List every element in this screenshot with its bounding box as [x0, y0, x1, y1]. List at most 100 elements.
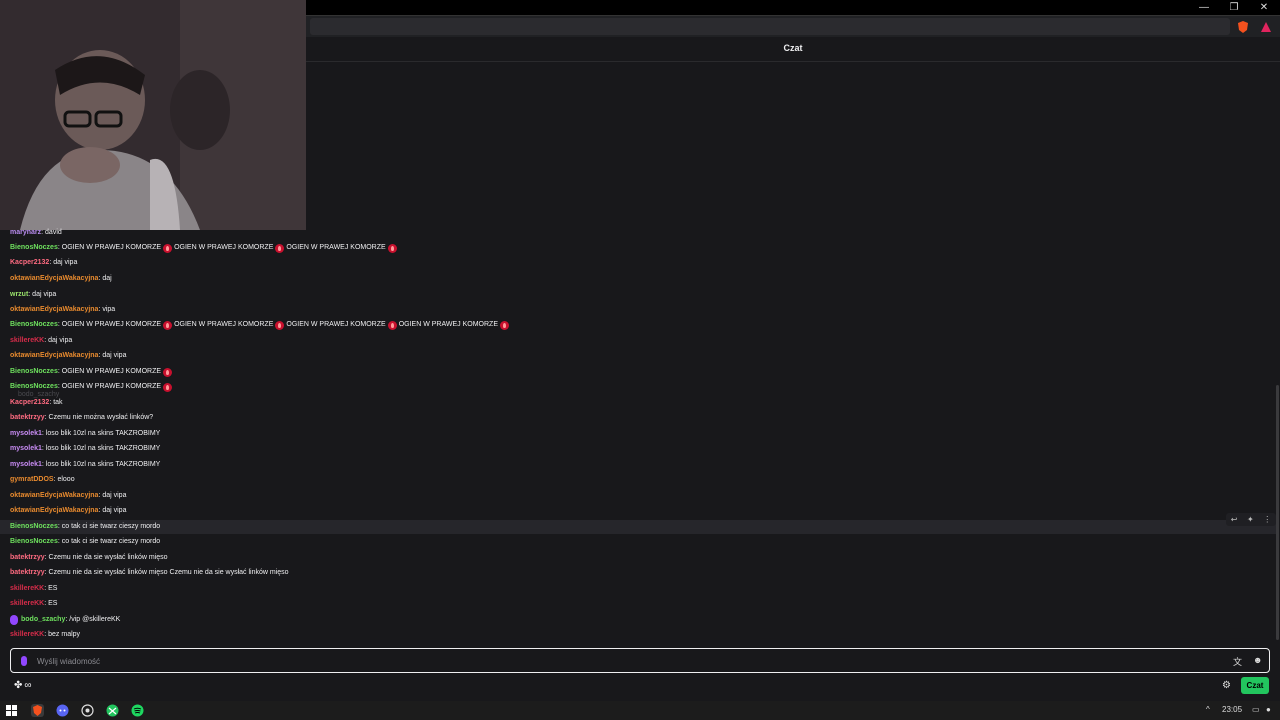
chat-message[interactable]: oktawianEdycjaWakacyjna: daj vipa: [10, 489, 126, 503]
chat-message[interactable]: Kacper2132: tak: [10, 396, 63, 410]
chat-message-list: bodo_szachy marynarz: david BienosNoczes:…: [0, 226, 1276, 646]
tray-expand-icon[interactable]: ^: [1206, 705, 1210, 714]
chat-username[interactable]: gymratDDOS: [10, 474, 54, 486]
minimize-button[interactable]: —: [1189, 1, 1219, 14]
app-window: — ❐ ✕ Czat bodo_szachy marynarz: david B…: [0, 0, 1280, 720]
chat-message[interactable]: bodo_szachy: /vip @skillereKK: [10, 613, 120, 627]
reply-icon[interactable]: ↩: [1231, 515, 1238, 524]
chat-message[interactable]: oktawianEdycjaWakacyjna: daj vipa: [10, 349, 126, 363]
chat-username[interactable]: bodo_szachy: [21, 614, 65, 626]
chat-username[interactable]: oktawianEdycjaWakacyjna: [10, 350, 98, 362]
chat-username[interactable]: skillereKK: [10, 583, 44, 595]
chat-username[interactable]: batektrzyy: [10, 552, 45, 564]
emote-picker-icon[interactable]: ☻: [1253, 655, 1262, 665]
chat-message[interactable]: BienosNoczes: OGIEN W PRAWEJ KOMORZE OGIE…: [10, 241, 399, 255]
brave-browser-icon[interactable]: [31, 704, 44, 717]
chat-message[interactable]: oktawianEdycjaWakacyjna: daj: [10, 272, 112, 286]
chat-scrollbar[interactable]: [1276, 385, 1279, 640]
chat-message-text: OGIEN W PRAWEJ KOMORZE: [286, 321, 386, 328]
chat-username[interactable]: batektrzyy: [10, 567, 45, 579]
brave-shield-icon[interactable]: [1236, 20, 1250, 34]
chat-message[interactable]: mysolek1: loso blik 10zl na skins TAKZRO…: [10, 458, 160, 472]
chat-message[interactable]: skillereKK: bez malpy: [10, 628, 80, 642]
chat-message-text: Czemu nie da sie wysłać linków mięso: [48, 554, 168, 561]
chat-message-text: daj vipa: [48, 337, 73, 344]
chat-header: Czat: [306, 37, 1280, 62]
restore-button[interactable]: ❐: [1219, 1, 1249, 14]
chat-message[interactable]: skillereKK: daj vipa: [10, 334, 72, 348]
chat-settings-gear-icon[interactable]: ⚙: [1222, 680, 1231, 691]
chat-username[interactable]: oktawianEdycjaWakacyjna: [10, 304, 98, 316]
chat-username[interactable]: Kacper2132: [10, 257, 49, 269]
translate-icon[interactable]: 文: [1233, 655, 1242, 668]
address-bar[interactable]: [310, 18, 1230, 35]
chat-message[interactable]: BienosNoczes: OGIEN W PRAWEJ KOMORZE: [10, 365, 174, 379]
taskbar: ^ 23:05 ▭ ●: [0, 701, 1280, 720]
mic-icon[interactable]: [21, 656, 27, 666]
chat-message[interactable]: BienosNoczes: OGIEN W PRAWEJ KOMORZE: [10, 380, 174, 394]
chat-message[interactable]: oktawianEdycjaWakacyjna: daj vipa: [10, 504, 126, 518]
chat-username[interactable]: oktawianEdycjaWakacyjna: [10, 273, 98, 285]
chat-username[interactable]: BienosNoczes: [10, 319, 58, 331]
chat-username[interactable]: skillereKK: [10, 598, 44, 610]
chat-message[interactable]: batektrzyy: Czemu nie da sie wysłać link…: [10, 551, 168, 565]
chat-message-text: daj vipa: [102, 492, 127, 499]
spotify-icon[interactable]: [131, 704, 144, 717]
chat-username[interactable]: BienosNoczes: [10, 381, 58, 393]
chat-username[interactable]: mysolek1: [10, 428, 42, 440]
chat-username[interactable]: wrzut: [10, 289, 28, 301]
chat-username[interactable]: BienosNoczes: [10, 242, 58, 254]
chat-username[interactable]: batektrzyy: [10, 412, 45, 424]
chat-username[interactable]: Kacper2132: [10, 397, 49, 409]
chat-message[interactable]: Kacper2132: daj vipa: [10, 256, 77, 270]
chat-message[interactable]: skillereKK: ES: [10, 582, 57, 596]
chat-message-text: loso blik 10zl na skins TAKZROBIMY: [45, 430, 161, 437]
chat-message[interactable]: batektrzyy: Czemu nie można wysłać linkó…: [10, 411, 153, 425]
obs-icon[interactable]: [81, 704, 94, 717]
chat-username[interactable]: mysolek1: [10, 443, 42, 455]
chat-message[interactable]: skillereKK: ES: [10, 597, 57, 611]
chat-username[interactable]: oktawianEdycjaWakacyjna: [10, 490, 98, 502]
chat-message[interactable]: BienosNoczes: OGIEN W PRAWEJ KOMORZE OGIE…: [10, 318, 511, 332]
channel-points-value: ∞: [24, 680, 32, 691]
fire-emote-icon: [163, 382, 173, 392]
xbox-icon[interactable]: [106, 704, 119, 717]
more-options-icon[interactable]: ⋮: [1263, 515, 1271, 524]
chat-message[interactable]: oktawianEdycjaWakacyjna: vipa: [10, 303, 115, 317]
chat-send-button[interactable]: Czat: [1241, 677, 1269, 694]
chat-message-text: co tak ci sie twarz cieszy mordo: [61, 523, 161, 530]
discord-icon[interactable]: [56, 704, 69, 717]
chat-username[interactable]: mysolek1: [10, 459, 42, 471]
chat-message[interactable]: wrzut: daj vipa: [10, 288, 56, 302]
chat-username[interactable]: oktawianEdycjaWakacyjna: [10, 505, 98, 517]
chat-message[interactable]: BienosNoczes: co tak ci sie twarz cieszy…: [0, 520, 1276, 534]
windows-start-icon[interactable]: [5, 704, 18, 717]
chat-message-text: daj vipa: [53, 259, 78, 266]
brave-rewards-icon[interactable]: [1259, 20, 1273, 34]
chat-message[interactable]: mysolek1: loso blik 10zl na skins TAKZRO…: [10, 427, 160, 441]
fire-emote-icon: [275, 243, 285, 253]
chat-input-box[interactable]: 文 ☻: [10, 648, 1270, 673]
chat-message-text: OGIEN W PRAWEJ KOMORZE: [174, 244, 274, 251]
channel-points[interactable]: ✤ ∞: [14, 680, 32, 691]
chat-message-text: Czemu nie da sie wysłać linków mięso Cze…: [48, 569, 289, 576]
notification-icon[interactable]: ▭: [1252, 705, 1260, 714]
fire-emote-icon: [275, 320, 285, 330]
clock[interactable]: 23:05: [1222, 705, 1242, 714]
chat-message[interactable]: BienosNoczes: co tak ci sie twarz cieszy…: [10, 535, 160, 549]
chat-message-input[interactable]: [37, 653, 1217, 669]
chat-username[interactable]: BienosNoczes: [10, 521, 58, 533]
chat-username[interactable]: skillereKK: [10, 335, 44, 347]
chat-message[interactable]: gymratDDOS: elooo: [10, 473, 75, 487]
chat-message[interactable]: mysolek1: loso blik 10zl na skins TAKZRO…: [10, 442, 160, 456]
chat-username[interactable]: marynarz: [10, 227, 41, 239]
chat-username[interactable]: BienosNoczes: [10, 536, 58, 548]
chat-username[interactable]: BienosNoczes: [10, 366, 58, 378]
close-button[interactable]: ✕: [1249, 1, 1279, 14]
pin-icon[interactable]: ✦: [1247, 515, 1254, 524]
chat-username[interactable]: skillereKK: [10, 629, 44, 641]
fire-emote-icon: [163, 243, 173, 253]
chat-message[interactable]: batektrzyy: Czemu nie da sie wysłać link…: [10, 566, 289, 580]
chat-message[interactable]: marynarz: david: [10, 226, 62, 240]
mic-tray-icon[interactable]: ●: [1266, 705, 1271, 714]
